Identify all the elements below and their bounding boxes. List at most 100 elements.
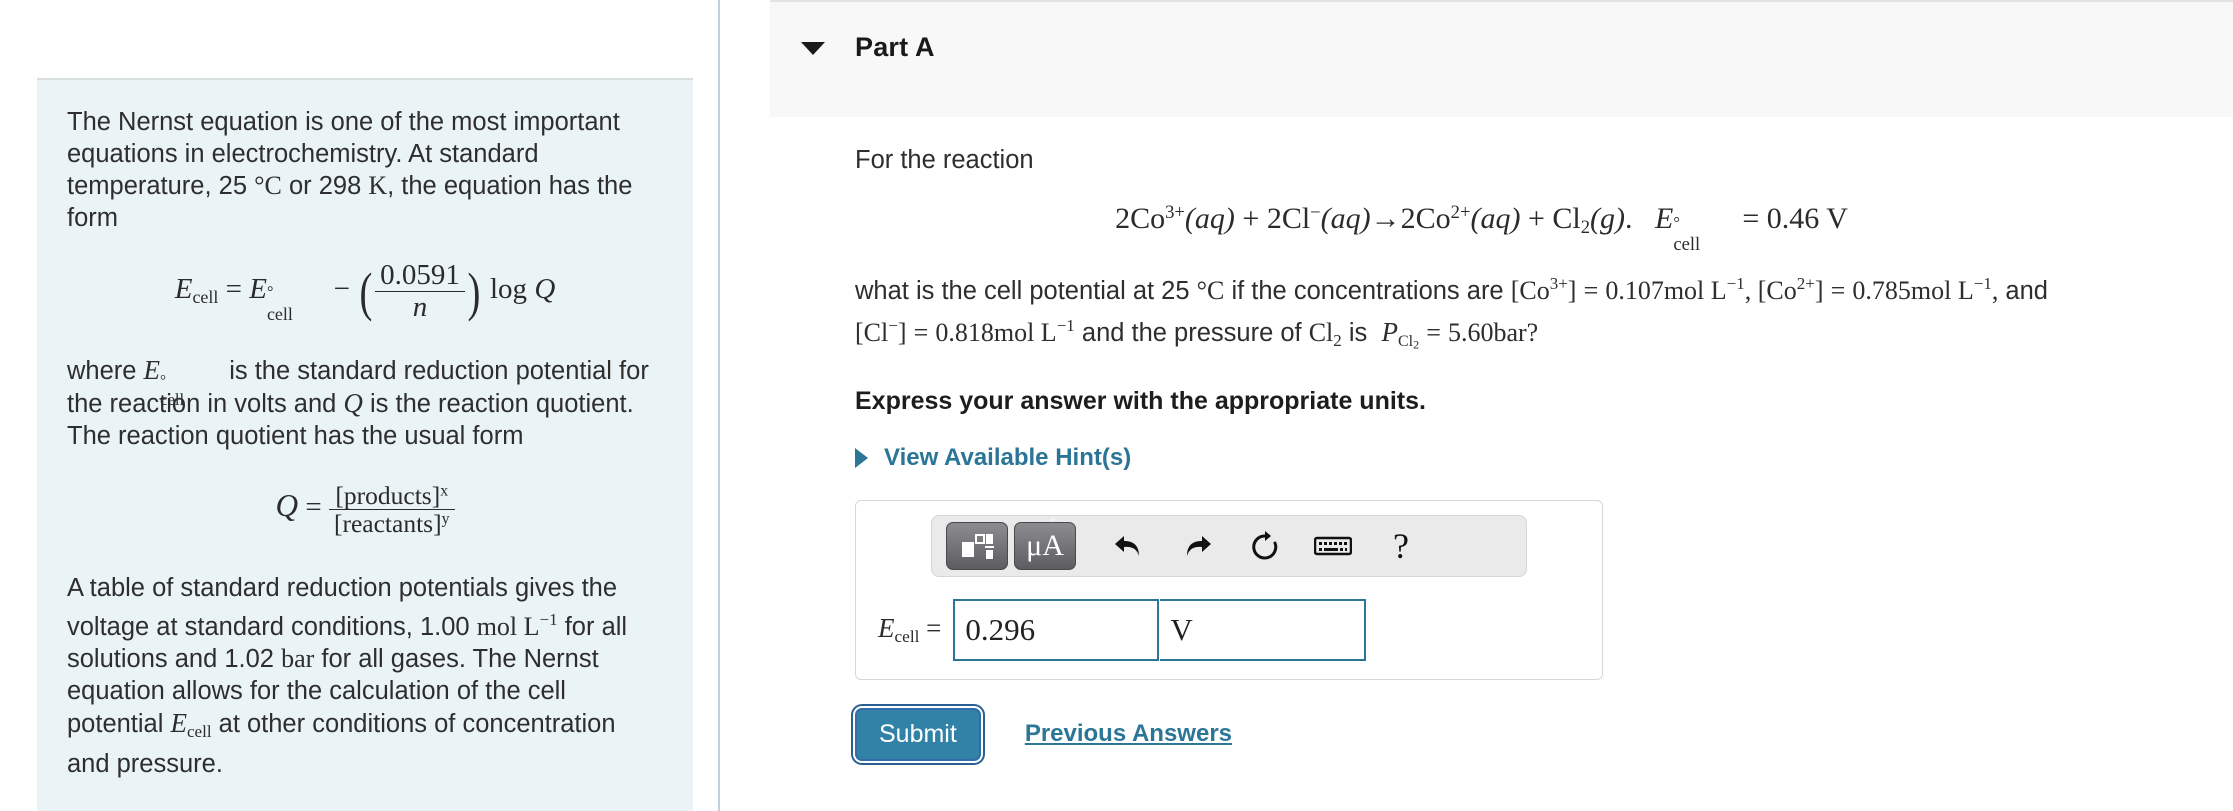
rxn-E-letter: E — [1655, 202, 1674, 236]
rxn-co2: Co — [1415, 202, 1451, 236]
rxn-cl: Cl — [1281, 202, 1311, 236]
rxn-aq-3: (aq) — [1470, 202, 1521, 236]
Q-numerator-exponent: x — [440, 481, 449, 499]
rxn-cl2: Cl — [1552, 202, 1581, 236]
Q-denominator-exponent: y — [441, 510, 450, 528]
intro-paragraph-2: where E ° cell is the standard reduction p… — [67, 354, 663, 452]
intro-Ecell-sub: cell — [187, 721, 212, 741]
q-pressure-sub2: 2 — [1413, 336, 1420, 351]
answer-actions-row: Submit Previous Answers — [855, 707, 2233, 761]
help-glyph-label: ? — [1393, 525, 1409, 566]
q-co3-unit: mol L — [1663, 276, 1727, 306]
Q-denominator: [reactants]y — [329, 510, 455, 538]
help-question-icon[interactable]: ? — [1370, 522, 1432, 570]
q-equals-2: = — [1830, 276, 1846, 306]
nernst-equation: Ecell = E ° cell − (0.0591 n) log Q — [67, 259, 663, 324]
rxn-E-sub: cell — [1673, 233, 1701, 255]
rxn-period: . — [1625, 202, 1633, 236]
reset-icon[interactable] — [1234, 522, 1296, 570]
q-cl-bracket-close: ] — [897, 317, 907, 347]
express-answer-instruction: Express your answer with the appropriate… — [855, 386, 1426, 415]
units-glyph-label: μA — [1026, 530, 1064, 561]
nernst-equation-math: Ecell = E ° cell − (0.0591 n) log Q — [175, 259, 556, 324]
q-cl2: Cl — [1308, 317, 1334, 347]
submit-button[interactable]: Submit — [855, 707, 981, 761]
q-equals-4: = — [1426, 317, 1441, 347]
answer-input-row: Ecell = — [878, 598, 1602, 661]
rxn-co3-coeff: 2 — [1115, 202, 1131, 236]
rxn-E-standard: E ° cell — [1655, 202, 1742, 255]
view-hints-label: View Available Hint(s) — [884, 443, 1132, 471]
q-pressure-sub: Cl — [1397, 332, 1414, 350]
answer-label-equals: = — [926, 613, 942, 644]
intro-E-letter: E — [143, 354, 161, 385]
q-co2-bracket-close: ] — [1814, 276, 1824, 306]
q-text-4: and the pressure of — [1074, 318, 1309, 347]
part-a-panel: Part A For the reaction 2Co3+(aq) + 2Cl−… — [770, 0, 2233, 811]
answer-unit-input[interactable] — [1160, 598, 1367, 661]
answer-entry-box: μA — [855, 499, 1603, 680]
part-a-header[interactable]: Part A — [770, 0, 2233, 117]
rxn-plus-1: + — [1242, 202, 1260, 236]
micro-angstrom-units-icon[interactable]: μA — [1014, 521, 1076, 570]
rxn-aq-1: (aq) — [1184, 202, 1235, 236]
intro-Ecell-symbol: E — [170, 707, 188, 738]
part-a-body: For the reaction 2Co3+(aq) + 2Cl−(aq)→2C… — [770, 117, 2233, 761]
q-co3-bracket-close: ] — [1567, 276, 1577, 306]
bar-unit: bar — [281, 643, 315, 673]
undo-icon[interactable] — [1098, 522, 1160, 570]
rxn-cl2-sub: 2 — [1580, 217, 1591, 239]
intro-p1-text-2: or 298 — [281, 172, 369, 200]
degree-celsius-1: °C — [254, 171, 282, 200]
reaction-quotient-math: Q = [products]x [reactants]y — [275, 481, 455, 537]
collapse-caret-icon[interactable] — [801, 42, 825, 55]
intro-Q-symbol: Q — [343, 387, 363, 418]
q-co2-unit: mol L — [1910, 276, 1974, 306]
chemical-reaction-equation: 2Co3+(aq) + 2Cl−(aq)→2Co2+(aq) + Cl2(g).… — [770, 202, 2233, 255]
mol-per-liter-unit-1: mol L — [476, 611, 540, 641]
q-degree-celsius: °C — [1196, 276, 1225, 306]
q-co3-charge: 3+ — [1549, 274, 1568, 294]
intro-E-standard: E ° cell — [143, 354, 223, 409]
problem-intro-panel: The Nernst equation is one of the most i… — [37, 78, 693, 811]
Q-numerator: [products]x — [328, 480, 455, 511]
equation-editor-toolbar: μA — [931, 514, 1527, 577]
Q-fraction: [products]x [reactants]y — [328, 480, 455, 538]
rxn-co2-charge: 2+ — [1450, 202, 1471, 223]
nernst-equals: = — [225, 273, 242, 306]
previous-answers-link[interactable]: Previous Answers — [1025, 720, 1232, 748]
q-co2-bracket-open: [Co — [1757, 276, 1797, 306]
q-pressure-symbol: P — [1381, 316, 1398, 347]
Q-numerator-text: [products] — [335, 480, 441, 510]
nernst-E-rhs-degree: ° — [266, 283, 274, 301]
Q-denominator-text: [reactants] — [333, 509, 442, 539]
for-the-reaction-label: For the reaction — [855, 146, 1034, 174]
redo-icon[interactable] — [1166, 522, 1228, 570]
q-co2-charge: 2+ — [1796, 274, 1815, 294]
q-co2-value: 0.785 — [1852, 276, 1911, 306]
chevron-right-icon[interactable] — [855, 447, 868, 468]
answer-label-E: E — [878, 613, 895, 644]
rxn-co3-charge: 3+ — [1165, 202, 1185, 223]
rxn-co3: Co — [1130, 202, 1166, 236]
keyboard-icon[interactable] — [1302, 522, 1364, 570]
rxn-plus-2: + — [1527, 202, 1545, 236]
rxn-equals: = — [1742, 202, 1760, 236]
nernst-paren-close: ) — [467, 261, 481, 322]
q-co3-bracket-open: [Co — [1510, 276, 1550, 306]
answer-label-sub: cell — [894, 626, 920, 646]
nernst-E-rhs-sub: cell — [266, 303, 293, 324]
math-template-icon[interactable] — [946, 521, 1008, 570]
mol-per-liter-exponent-1: −1 — [539, 609, 558, 629]
nernst-Q: Q — [534, 273, 556, 306]
answer-value-input[interactable] — [953, 598, 1160, 661]
question-statement: what is the cell potential at 25 °C if t… — [855, 267, 2205, 361]
view-hints-toggle[interactable]: View Available Hint(s) — [855, 444, 1131, 472]
Q-equals: = — [305, 491, 322, 524]
nernst-fraction: 0.0591 n — [375, 259, 465, 324]
q-comma-1: , — [1744, 276, 1758, 306]
rxn-E-degree: ° — [1673, 213, 1680, 233]
q-cl-charge: − — [888, 315, 898, 335]
q-co3-value: 0.107 — [1605, 276, 1664, 306]
q-cl2-sub: 2 — [1333, 330, 1342, 350]
